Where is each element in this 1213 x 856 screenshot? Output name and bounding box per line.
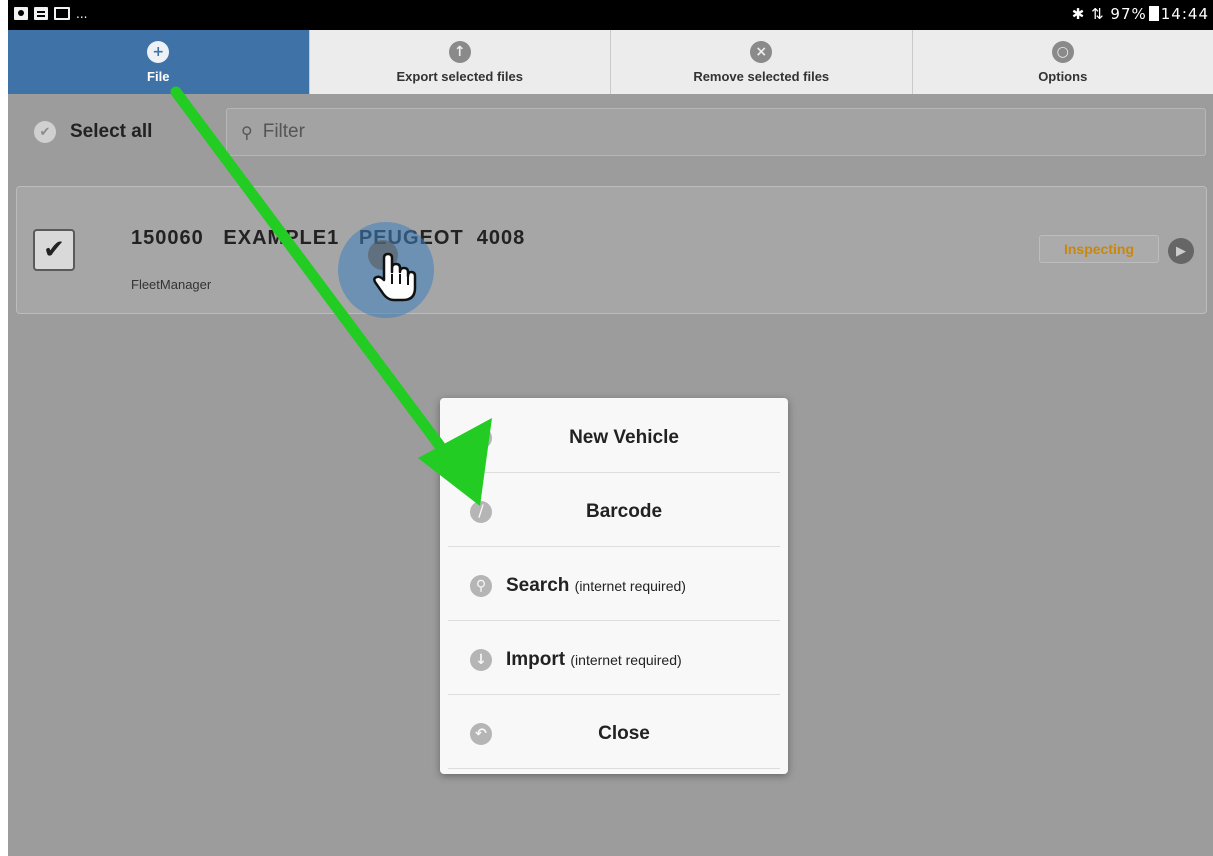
search-label: Search (internet required) bbox=[448, 575, 780, 597]
status-bar-right: ✱ ⇅ 97% 14:44 bbox=[1072, 5, 1209, 23]
barcode-icon: ⧸ bbox=[470, 501, 492, 523]
search-icon: ⚲ bbox=[241, 122, 253, 142]
close-label: Close bbox=[448, 723, 780, 745]
status-bar-left: ... bbox=[14, 7, 87, 20]
back-icon: ↶ bbox=[470, 723, 492, 745]
status-overflow: ... bbox=[76, 6, 88, 21]
plus-icon: + bbox=[147, 40, 170, 63]
vehicle-owner: FleetManager bbox=[131, 277, 212, 292]
import-note: (internet required) bbox=[570, 652, 682, 668]
close-text: Close bbox=[598, 723, 650, 744]
import-menu-item[interactable]: ↓ Import (internet required) bbox=[448, 626, 780, 695]
remove-button-label: Remove selected files bbox=[693, 68, 830, 84]
filter-box[interactable]: ⚲ bbox=[226, 108, 1206, 156]
options-button[interactable]: ○ Options bbox=[913, 30, 1213, 94]
search-icon: ⚲ bbox=[470, 575, 492, 597]
download-icon: ↓ bbox=[470, 649, 492, 671]
arrow-up-icon: ↑ bbox=[448, 40, 471, 63]
options-button-label: Options bbox=[1038, 68, 1088, 84]
select-all-label: Select all bbox=[70, 121, 153, 142]
battery-level: 97% bbox=[1110, 5, 1147, 23]
check-circle-icon: ✔ bbox=[34, 121, 56, 143]
tablet-screen: ... ✱ ⇅ 97% 14:44 + File ↑ Export selecte… bbox=[8, 0, 1213, 856]
status-bar: ... ✱ ⇅ 97% 14:44 bbox=[8, 0, 1213, 30]
close-icon: × bbox=[750, 40, 773, 63]
new-vehicle-menu-item[interactable]: + New Vehicle bbox=[448, 404, 780, 473]
signal-icon: ⇅ bbox=[1091, 5, 1105, 23]
search-menu-item[interactable]: ⚲ Search (internet required) bbox=[448, 552, 780, 621]
export-button-label: Export selected files bbox=[396, 68, 523, 84]
settings-icon: ○ bbox=[1051, 40, 1074, 63]
new-vehicle-text: New Vehicle bbox=[569, 427, 679, 448]
image-icon bbox=[14, 7, 28, 20]
search-text: Search bbox=[506, 575, 570, 596]
vehicle-title: 150060 EXAMPLE1 PEUGEOT 4008 bbox=[131, 227, 526, 249]
file-button-label: File bbox=[147, 68, 170, 84]
remove-selected-files-button[interactable]: × Remove selected files bbox=[611, 30, 913, 94]
import-text: Import bbox=[506, 649, 566, 670]
export-selected-files-button[interactable]: ↑ Export selected files bbox=[310, 30, 611, 94]
vehicle-checkbox[interactable]: ✔ bbox=[33, 229, 75, 271]
bluetooth-icon: ✱ bbox=[1071, 5, 1086, 23]
import-label: Import (internet required) bbox=[448, 649, 780, 671]
top-toolbar: + File ↑ Export selected files × Remove … bbox=[8, 30, 1213, 94]
plus-icon: + bbox=[470, 427, 492, 449]
vehicle-list-item[interactable]: ✔ 150060 EXAMPLE1 PEUGEOT 4008 FleetMana… bbox=[16, 186, 1207, 314]
battery-icon bbox=[1148, 6, 1159, 21]
barcode-label: Barcode bbox=[448, 501, 780, 523]
clock: 14:44 bbox=[1160, 5, 1209, 23]
search-note: (internet required) bbox=[574, 578, 686, 594]
file-button[interactable]: + File bbox=[8, 30, 310, 94]
close-menu-item[interactable]: ↶ Close bbox=[448, 700, 780, 769]
barcode-text: Barcode bbox=[585, 501, 663, 522]
mail-icon bbox=[54, 7, 70, 20]
hand-cursor-icon bbox=[373, 252, 417, 302]
document-icon bbox=[34, 7, 48, 20]
chevron-right-icon[interactable]: ▶ bbox=[1168, 238, 1194, 264]
barcode-menu-item[interactable]: ⧸ Barcode bbox=[448, 478, 780, 547]
status-badge: Inspecting bbox=[1039, 235, 1159, 263]
new-vehicle-label: New Vehicle bbox=[448, 427, 780, 449]
new-file-menu: + New Vehicle ⧸ Barcode ⚲ Search (intern… bbox=[440, 398, 788, 774]
select-all-button[interactable]: ✔ Select all bbox=[34, 110, 214, 154]
filter-input[interactable] bbox=[260, 120, 1165, 144]
